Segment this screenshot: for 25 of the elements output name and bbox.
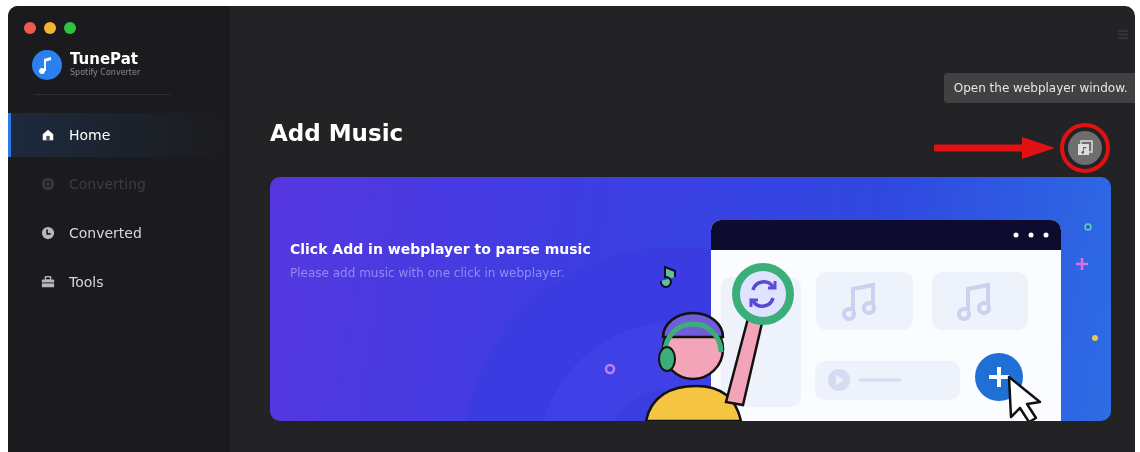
webplayer-button[interactable]: [1067, 131, 1102, 165]
page-title: Add Music: [270, 119, 404, 148]
sidebar-item[interactable]: Tools: [8, 260, 230, 304]
sparkle-icon: [1074, 256, 1089, 271]
home-icon: [41, 128, 55, 142]
sidebar-item[interactable]: Converted: [8, 211, 230, 255]
refresh-icon: [41, 177, 55, 191]
cursor-icon: [1007, 375, 1041, 421]
window-control-icon[interactable]: [64, 22, 76, 34]
window-control-icon[interactable]: [24, 22, 36, 34]
window-music-icon: [1076, 140, 1093, 156]
tooltip: Open the webplayer window.: [943, 73, 1135, 103]
toolbox-icon: [41, 275, 55, 289]
banner-subtext: Please add music with one click in webplayer.: [290, 264, 566, 282]
sync-icon: [731, 262, 794, 325]
window-control-icon[interactable]: [44, 22, 56, 34]
clock-icon: [41, 226, 55, 240]
banner-heading: Click Add in webplayer to parse music: [290, 239, 591, 259]
app-name: TunePat: [70, 50, 139, 68]
music-note-icon: [659, 265, 676, 288]
app-subtitle: Spotify Converter: [70, 67, 141, 80]
decor-dot-icon: [1091, 334, 1098, 341]
app-logo-icon: [32, 50, 62, 80]
decor-dot-icon: [1083, 222, 1092, 231]
decor-dot-icon: [604, 363, 615, 374]
